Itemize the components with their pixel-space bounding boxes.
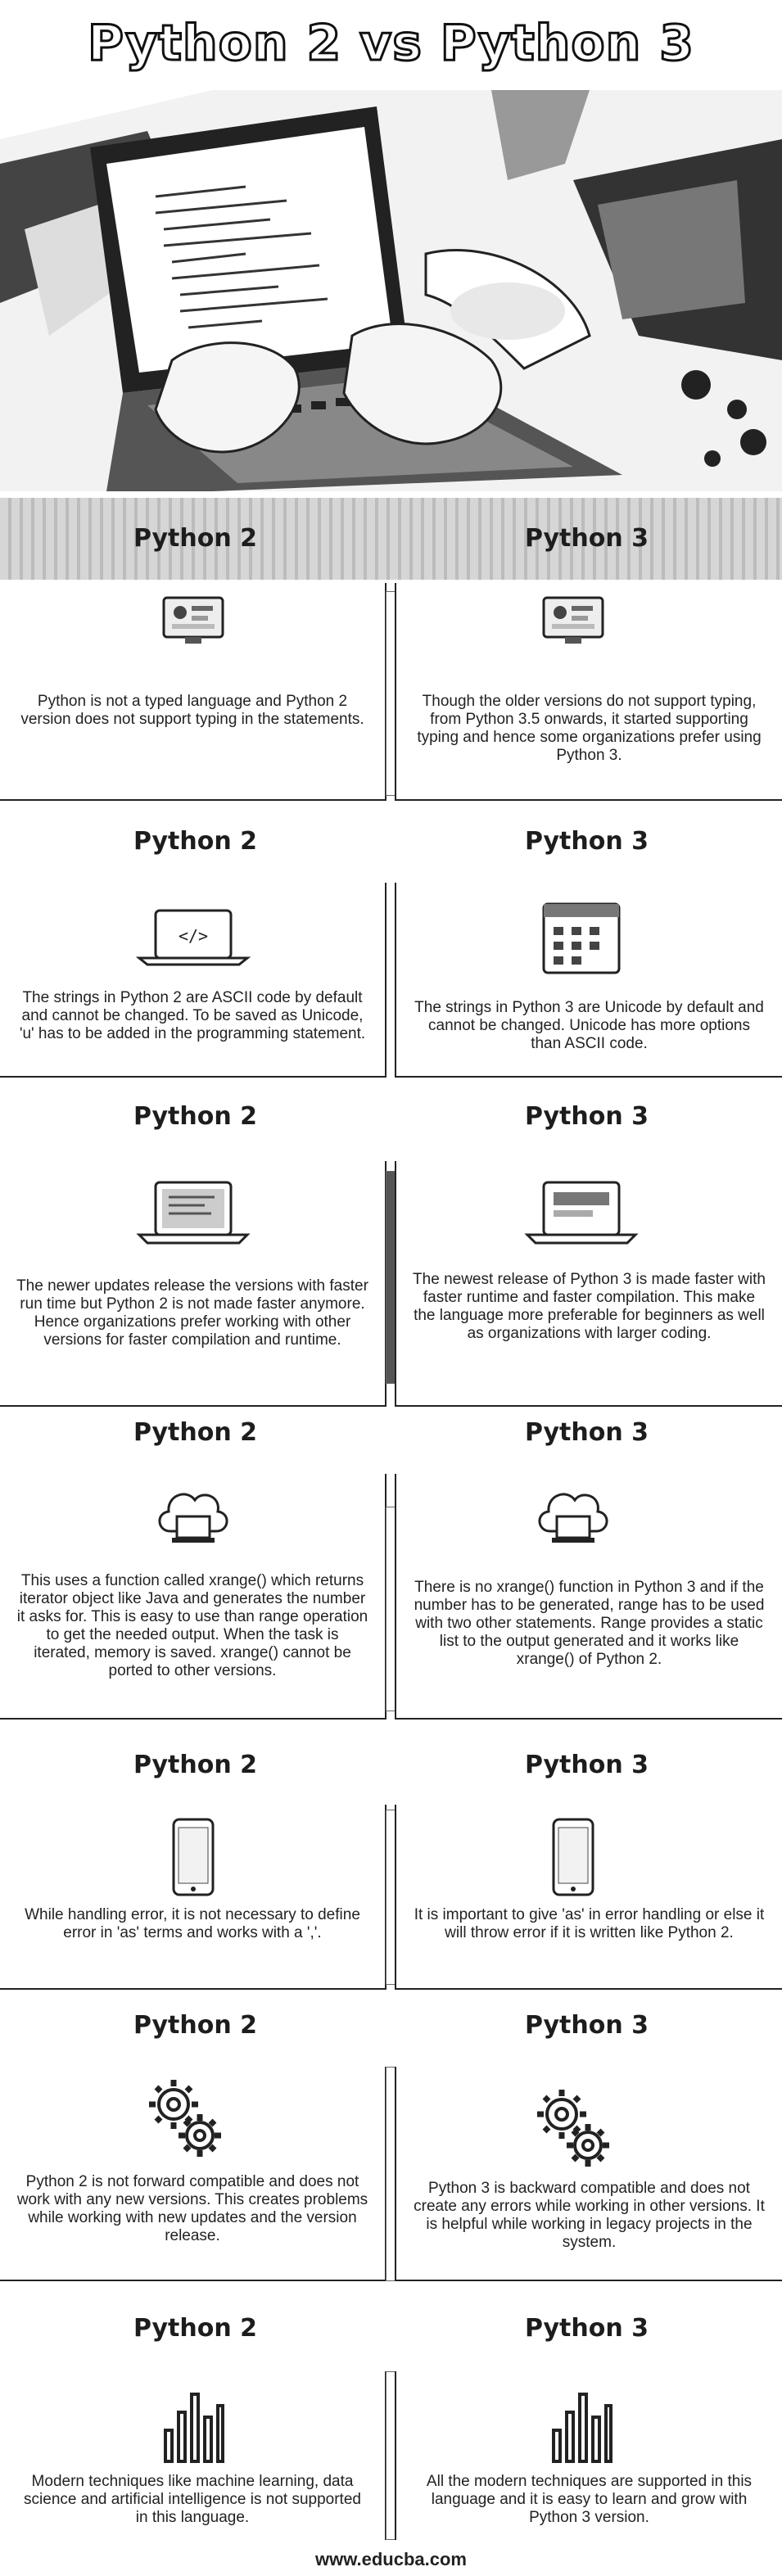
section-5-left-panel: While handling error, it is not necessar…	[0, 1805, 386, 1990]
browser-window-icon	[542, 902, 621, 974]
section-7-right-header: Python 3	[524, 2314, 649, 2343]
section-6-left-header: Python 2	[133, 2011, 258, 2040]
section-2-right-text: The strings in Python 3 are Unicode by d…	[414, 999, 764, 1052]
section-3-right-panel: The newest release of Python 3 is made f…	[395, 1161, 782, 1407]
desktop-tools-icon	[162, 596, 224, 644]
section-4-right-text: There is no xrange() function in Python …	[414, 1579, 765, 1668]
laptop-icon	[136, 1181, 251, 1245]
section-1-right-text: Though the older versions do not support…	[417, 693, 762, 764]
laptop-hands-illustration	[0, 90, 782, 491]
section-2-left-panel: </> The strings in Python 2 are ASCII co…	[0, 883, 386, 1078]
section-6-left-text: Python 2 is not forward compatible and d…	[16, 2173, 368, 2244]
section-1-left-text: Python is not a typed language and Pytho…	[20, 693, 364, 728]
footer-url[interactable]: www.educba.com	[0, 2545, 782, 2574]
page-title: Python 2 vs Python 3	[87, 14, 695, 74]
section-7-left-panel: Modern techniques like machine learning,…	[0, 2371, 386, 2540]
section-3-left-header: Python 2	[133, 1102, 258, 1131]
section-4-left-panel: This uses a function called xrange() whi…	[0, 1474, 386, 1720]
section-1-right-header: Python 3	[524, 524, 649, 553]
smartphone-icon	[172, 1818, 215, 1896]
section-5-right-panel: It is important to give 'as' in error ha…	[395, 1805, 782, 1990]
section-4-left-header: Python 2	[133, 1418, 258, 1447]
section-7-left-text: Modern techniques like machine learning,…	[24, 2473, 361, 2526]
section-1-left-panel: Python is not a typed language and Pytho…	[0, 583, 386, 801]
section-4-right-panel: There is no xrange() function in Python …	[395, 1474, 782, 1720]
smartphone-icon	[552, 1818, 594, 1896]
gears-icon	[537, 2090, 609, 2167]
section-1-left-header: Python 2	[133, 524, 258, 553]
section-6-right-header: Python 3	[524, 2011, 649, 2040]
section-5-right-header: Python 3	[524, 1751, 649, 1779]
section-6-left-panel: Python 2 is not forward compatible and d…	[0, 2067, 386, 2281]
bar-chart-icon	[164, 2393, 224, 2463]
section-3-left-text: The newer updates release the versions w…	[16, 1277, 368, 1349]
section-2-right-header: Python 3	[524, 827, 649, 856]
bar-chart-icon	[552, 2393, 612, 2463]
section-1-right-panel: Though the older versions do not support…	[395, 583, 782, 801]
section-2-left-text: The strings in Python 2 are ASCII code b…	[19, 989, 366, 1042]
section-5-left-text: While handling error, it is not necessar…	[25, 1906, 360, 1941]
section-7-left-header: Python 2	[133, 2314, 258, 2343]
section-3-right-text: The newest release of Python 3 is made f…	[413, 1271, 766, 1342]
section-7-right-text: All the modern techniques are supported …	[426, 2473, 753, 2526]
svg-text:</>: </>	[179, 926, 208, 946]
hero-illustration	[0, 90, 782, 491]
section-3-right-header: Python 3	[524, 1102, 649, 1131]
section-4-left-text: This uses a function called xrange() whi…	[16, 1572, 368, 1679]
laptop-icon	[524, 1181, 639, 1245]
section-5-left-header: Python 2	[133, 1751, 258, 1779]
cloud-icon	[538, 1493, 608, 1543]
laptop-code-icon: </>	[136, 909, 251, 966]
cloud-icon	[158, 1493, 228, 1543]
section-2-right-panel: The strings in Python 3 are Unicode by d…	[395, 883, 782, 1078]
section-7-right-panel: All the modern techniques are supported …	[395, 2371, 782, 2540]
section-3-left-panel: The newer updates release the versions w…	[0, 1161, 386, 1407]
section-4-right-header: Python 3	[524, 1418, 649, 1447]
section-6-right-text: Python 3 is backward compatible and does…	[414, 2180, 765, 2251]
section-6-right-panel: Python 3 is backward compatible and does…	[395, 2067, 782, 2281]
section-5-right-text: It is important to give 'as' in error ha…	[414, 1906, 765, 1941]
gears-icon	[149, 2080, 221, 2157]
section-2-left-header: Python 2	[133, 827, 258, 856]
desktop-tools-icon	[542, 596, 604, 644]
